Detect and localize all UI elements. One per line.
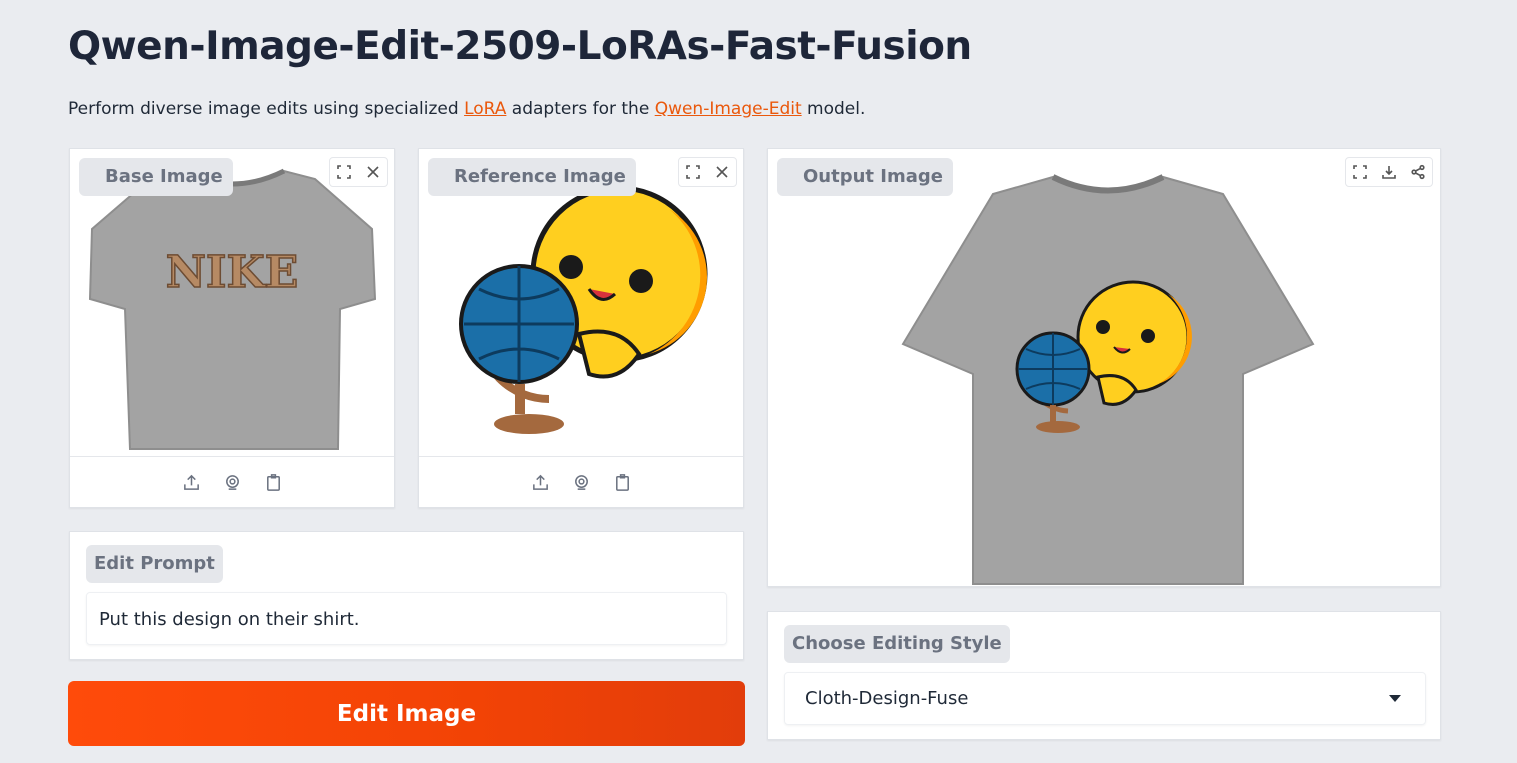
- fullscreen-icon[interactable]: [679, 158, 708, 186]
- editing-style-selected: Cloth-Design-Fuse: [805, 688, 969, 709]
- page-title: Qwen-Image-Edit-2509-LoRAs-Fast-Fusion: [68, 24, 972, 69]
- base-image-panel[interactable]: NIKE Base Image: [69, 148, 395, 508]
- output-tshirt-image: [901, 174, 1315, 585]
- base-image-source-bar: [70, 456, 394, 507]
- output-image-label: Output Image: [777, 158, 953, 196]
- close-icon[interactable]: [359, 158, 388, 186]
- upload-icon[interactable]: [177, 468, 206, 496]
- close-icon[interactable]: [708, 158, 737, 186]
- edit-prompt-input[interactable]: Put this design on their shirt.: [86, 592, 727, 645]
- upload-icon[interactable]: [526, 468, 555, 496]
- fullscreen-icon[interactable]: [330, 158, 359, 186]
- fullscreen-icon[interactable]: [1346, 158, 1375, 186]
- clipboard-icon[interactable]: [259, 468, 288, 496]
- download-icon[interactable]: [1375, 158, 1404, 186]
- desc-suffix: model.: [801, 99, 866, 119]
- reference-image-panel[interactable]: Reference Image: [418, 148, 744, 508]
- clipboard-icon[interactable]: [608, 468, 637, 496]
- output-image-preview[interactable]: [768, 149, 1440, 586]
- editing-style-dropdown[interactable]: Cloth-Design-Fuse: [784, 672, 1426, 725]
- edit-prompt-label: Edit Prompt: [86, 545, 223, 583]
- editing-style-label: Choose Editing Style: [784, 625, 1010, 663]
- base-image-tools: [329, 157, 388, 187]
- reference-image-tools: [678, 157, 737, 187]
- output-image-tools: [1345, 157, 1433, 187]
- page-description: Perform diverse image edits using specia…: [68, 99, 865, 119]
- model-link[interactable]: Qwen-Image-Edit: [655, 99, 802, 119]
- chevron-down-icon[interactable]: [1389, 695, 1401, 702]
- shirt-graphic-text: NIKE: [166, 247, 299, 298]
- desc-prefix: Perform diverse image edits using specia…: [68, 99, 465, 119]
- webcam-icon[interactable]: [567, 468, 596, 496]
- edit-prompt-panel: Edit Prompt Put this design on their shi…: [69, 531, 744, 660]
- webcam-icon[interactable]: [218, 468, 247, 496]
- share-icon[interactable]: [1403, 158, 1432, 186]
- reference-image-label: Reference Image: [428, 158, 636, 196]
- output-image-panel: Output Image: [767, 148, 1441, 587]
- desc-mid: adapters for the: [506, 99, 655, 119]
- edit-image-button[interactable]: Edit Image: [68, 681, 745, 746]
- editing-style-panel: Choose Editing Style Cloth-Design-Fuse: [767, 611, 1441, 740]
- base-image-label: Base Image: [79, 158, 233, 196]
- lora-link[interactable]: LoRA: [464, 99, 506, 119]
- reference-image-source-bar: [419, 456, 743, 507]
